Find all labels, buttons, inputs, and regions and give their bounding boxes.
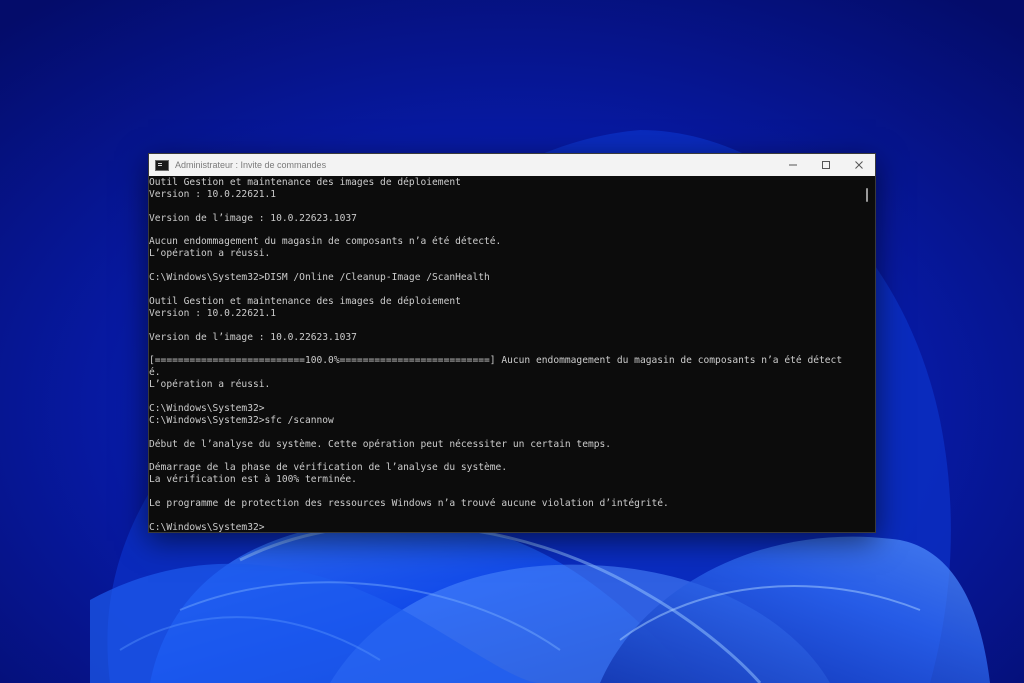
console-line: C:\Windows\System32>DISM /Online /Cleanu… xyxy=(149,272,490,284)
command-prompt-window[interactable]: Administrateur : Invite de commandes Out… xyxy=(148,153,876,533)
console-line: La vérification est à 100% terminée. xyxy=(149,474,357,486)
console-line: Version : 10.0.22621.1 xyxy=(149,307,277,319)
console-line: Début de l’analyse du système. Cette opé… xyxy=(149,438,612,450)
console-line: C:\Windows\System32>sfc /scannow xyxy=(149,414,334,426)
maximize-icon xyxy=(821,161,830,169)
console-output[interactable]: Outil Gestion et maintenance des images … xyxy=(149,176,861,532)
minimize-icon xyxy=(788,164,797,166)
maximize-button[interactable] xyxy=(809,154,842,176)
console-line: [==========================100.0%=======… xyxy=(149,355,843,367)
console-line: Version : 10.0.22621.1 xyxy=(149,188,277,200)
console-line: C:\Windows\System32> xyxy=(149,402,265,414)
console-line: Version de l’image : 10.0.22623.1037 xyxy=(149,331,357,343)
console-scrollbar[interactable] xyxy=(861,176,875,532)
console-line: Outil Gestion et maintenance des images … xyxy=(149,295,461,307)
close-button[interactable] xyxy=(842,154,875,176)
console-line: Aucun endommagement du magasin de compos… xyxy=(149,236,502,248)
console-app-icon xyxy=(155,159,169,171)
console-line: L’opération a réussi. xyxy=(149,248,271,260)
window-controls xyxy=(776,154,875,176)
console-line: C:\Windows\System32> xyxy=(149,521,265,532)
minimize-button[interactable] xyxy=(776,154,809,176)
title-bar[interactable]: Administrateur : Invite de commandes xyxy=(149,154,875,176)
console-line: Version de l’image : 10.0.22623.1037 xyxy=(149,212,357,224)
close-icon xyxy=(854,161,863,169)
console-line: L’opération a réussi. xyxy=(149,379,271,391)
scrollbar-thumb[interactable] xyxy=(866,188,868,202)
console-line: Outil Gestion et maintenance des images … xyxy=(149,177,461,188)
window-title: Administrateur : Invite de commandes xyxy=(175,160,327,170)
console-line: é. xyxy=(149,367,161,379)
console-line: Le programme de protection des ressource… xyxy=(149,498,669,510)
console-line: Démarrage de la phase de vérification de… xyxy=(149,462,508,474)
